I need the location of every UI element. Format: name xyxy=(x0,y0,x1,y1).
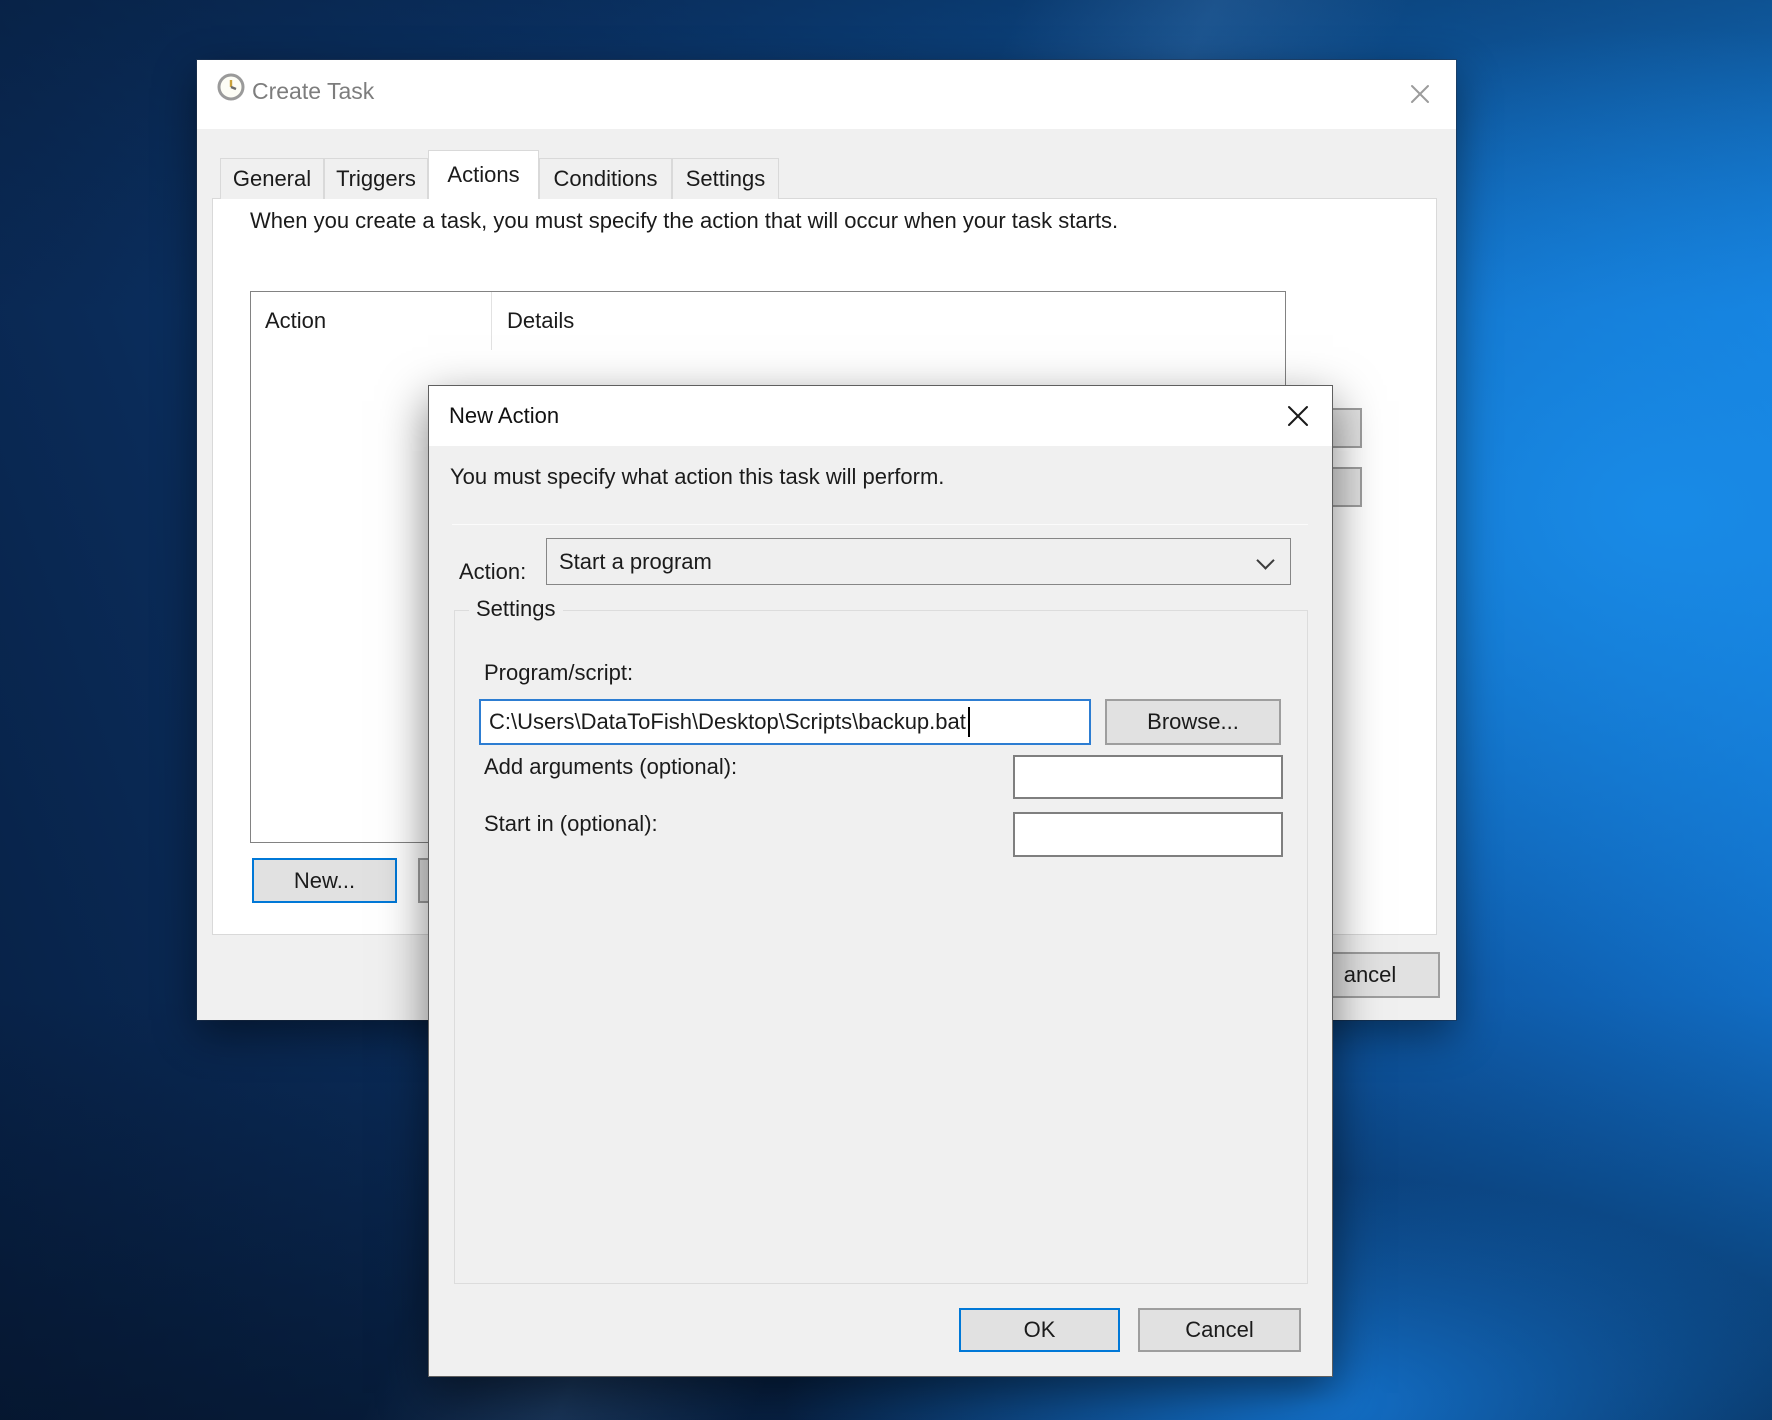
program-script-value: C:\Users\DataToFish\Desktop\Scripts\back… xyxy=(489,709,966,735)
start-in-input[interactable] xyxy=(1013,812,1283,857)
add-arguments-label: Add arguments (optional): xyxy=(484,754,737,780)
tab-conditions[interactable]: Conditions xyxy=(539,158,672,199)
settings-group-label: Settings xyxy=(469,596,563,622)
new-action-dialog: New Action You must specify what action … xyxy=(428,385,1333,1377)
program-script-label: Program/script: xyxy=(484,660,633,686)
start-in-label: Start in (optional): xyxy=(484,811,658,837)
window-title: Create Task xyxy=(252,78,374,105)
tab-triggers[interactable]: Triggers xyxy=(324,158,428,199)
tab-general[interactable]: General xyxy=(220,158,324,199)
separator-line xyxy=(452,524,1308,525)
text-caret xyxy=(968,707,970,737)
tab-actions[interactable]: Actions xyxy=(428,150,539,199)
dialog-message: You must specify what action this task w… xyxy=(450,464,944,490)
new-action-titlebar: New Action xyxy=(429,386,1332,446)
create-task-titlebar: Create Task xyxy=(197,60,1456,129)
column-header-details[interactable]: Details xyxy=(507,308,574,334)
actions-instruction-text: When you create a task, you must specify… xyxy=(250,208,1118,234)
program-script-input[interactable]: C:\Users\DataToFish\Desktop\Scripts\back… xyxy=(479,699,1091,745)
column-separator xyxy=(491,292,492,350)
dialog-close-button[interactable] xyxy=(1276,396,1320,436)
action-label: Action: xyxy=(459,549,526,595)
add-arguments-input[interactable] xyxy=(1013,755,1283,799)
close-icon xyxy=(1286,404,1310,428)
action-type-dropdown[interactable]: Start a program xyxy=(546,538,1291,585)
desktop-wallpaper: Create Task General Triggers Actions Con… xyxy=(0,0,1772,1420)
tab-settings[interactable]: Settings xyxy=(672,158,779,199)
actions-list-header: Action Details xyxy=(251,292,1285,350)
task-clock-icon xyxy=(217,73,245,101)
chevron-down-icon xyxy=(1256,551,1274,569)
window-close-button[interactable] xyxy=(1400,74,1440,114)
new-action-button[interactable]: New... xyxy=(252,858,397,903)
close-icon xyxy=(1408,82,1432,106)
ok-button[interactable]: OK xyxy=(959,1308,1120,1352)
browse-button[interactable]: Browse... xyxy=(1105,699,1281,745)
action-type-selected-value: Start a program xyxy=(559,549,712,575)
column-header-action[interactable]: Action xyxy=(265,308,326,334)
dialog-title: New Action xyxy=(449,403,559,429)
cancel-button[interactable]: Cancel xyxy=(1138,1308,1301,1352)
